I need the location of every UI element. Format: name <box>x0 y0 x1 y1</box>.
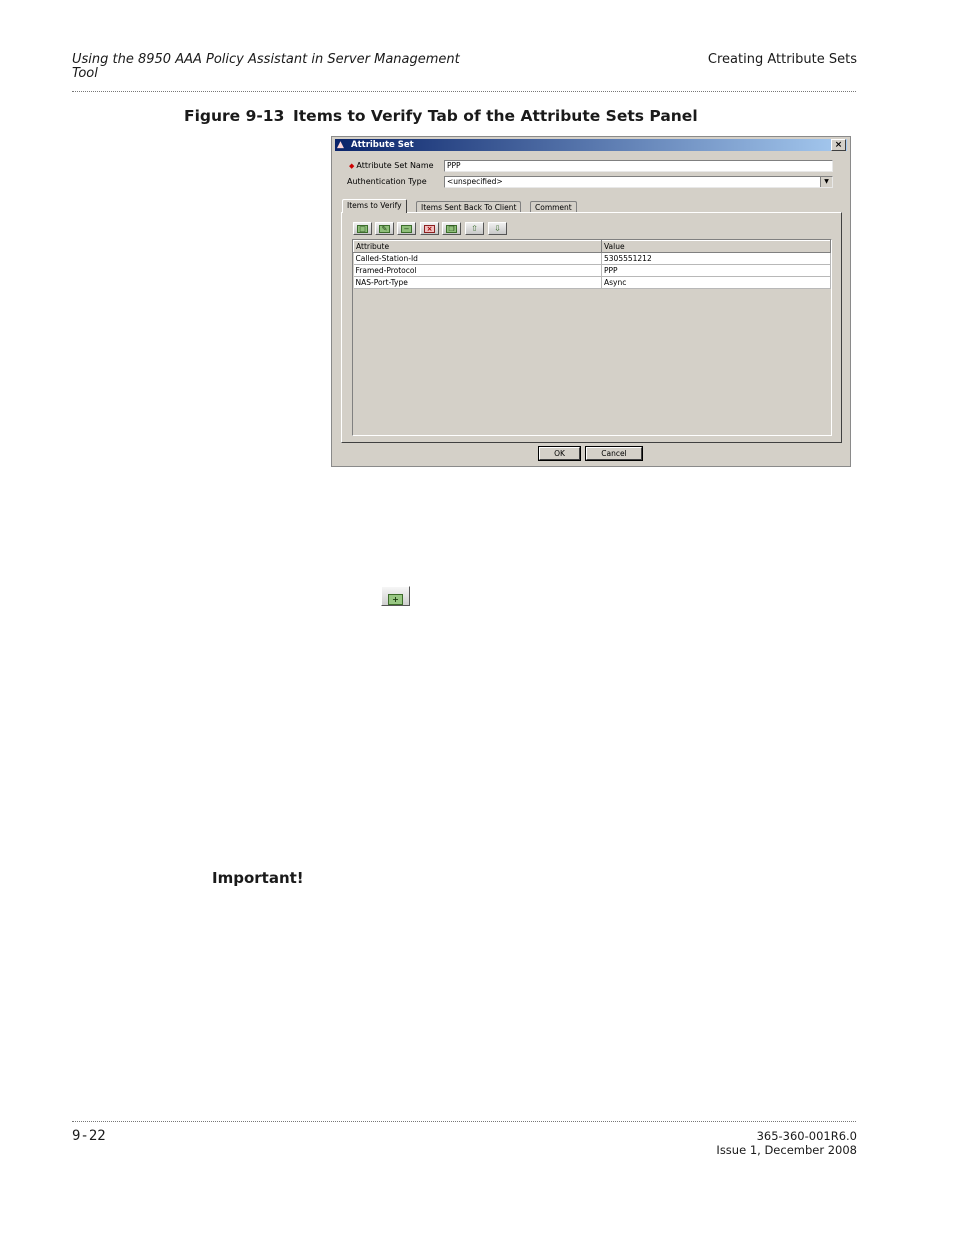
close-icon[interactable]: × <box>831 139 846 151</box>
ok-button[interactable]: OK <box>538 446 581 461</box>
required-icon: ◆ <box>349 162 355 170</box>
footer-doc-info: 365-360-001R6.0 Issue 1, December 2008 <box>716 1129 857 1157</box>
app-icon: ▲ <box>337 140 344 150</box>
add-icon[interactable]: □ <box>353 222 372 235</box>
authentication-type-label: Authentication Type <box>347 177 427 186</box>
authentication-type-value: <unspecified> <box>447 177 503 186</box>
doc-number: 365-360-001R6.0 <box>756 1129 857 1143</box>
tab-items-to-verify[interactable]: Items to Verify <box>342 199 407 213</box>
table-row[interactable]: Called-Station-Id 5305551212 <box>353 252 831 265</box>
table-row[interactable]: Framed-Protocol PPP <box>353 264 831 277</box>
figure-number: Figure 9-13 <box>184 107 285 125</box>
attribute-cell[interactable]: Called-Station-Id <box>353 252 602 265</box>
chevron-down-icon[interactable]: ▼ <box>820 177 832 187</box>
cancel-button[interactable]: Cancel <box>585 446 643 461</box>
important-heading: Important! <box>212 869 304 887</box>
authentication-type-select[interactable]: <unspecified> ▼ <box>444 176 833 188</box>
issue-date: Issue 1, December 2008 <box>716 1143 857 1157</box>
attribute-set-name-label: ◆ Attribute Set Name <box>349 161 434 170</box>
column-header-value[interactable]: Value <box>601 240 831 253</box>
table-row[interactable]: NAS-Port-Type Async <box>353 276 831 289</box>
footer-rule <box>72 1121 856 1122</box>
figure-caption-text: Items to Verify Tab of the Attribute Set… <box>293 107 698 125</box>
copy-icon[interactable]: ❐ <box>442 222 461 235</box>
figure-caption: Figure 9-13 Items to Verify Tab of the At… <box>184 107 698 125</box>
dialog-title: Attribute Set <box>351 140 414 150</box>
value-cell[interactable]: PPP <box>601 264 831 277</box>
page-number: 9-22 <box>72 1128 106 1144</box>
value-cell[interactable]: 5305551212 <box>601 252 831 265</box>
column-header-attribute[interactable]: Attribute <box>353 240 602 253</box>
add-button-icon: + <box>381 586 410 606</box>
dialog-title-bar[interactable]: ▲ Attribute Set × <box>335 139 847 151</box>
delete-icon[interactable]: × <box>420 222 439 235</box>
value-cell[interactable]: Async <box>601 276 831 289</box>
remove-icon[interactable]: − <box>397 222 416 235</box>
move-up-icon[interactable]: ⇧ <box>465 222 484 235</box>
attribute-cell[interactable]: NAS-Port-Type <box>353 276 602 289</box>
running-header-right: Creating Attribute Sets <box>707 52 857 67</box>
attributes-table: Attribute Value Called-Station-Id 530555… <box>352 239 832 436</box>
attribute-set-dialog: ▲ Attribute Set × ◆ Attribute Set Name PPP… <box>331 136 851 467</box>
attribute-cell[interactable]: Framed-Protocol <box>353 264 602 277</box>
tab-panel: □ ✎ − × ❐ ⇧ ⇩ Attribute Value Called-Sta… <box>341 212 842 443</box>
edit-icon[interactable]: ✎ <box>375 222 394 235</box>
attribute-set-name-input[interactable]: PPP <box>444 160 833 172</box>
move-down-icon[interactable]: ⇩ <box>488 222 507 235</box>
header-rule <box>72 91 856 92</box>
running-header-left: Using the 8950 AAA Policy Assistant in S… <box>72 52 460 81</box>
